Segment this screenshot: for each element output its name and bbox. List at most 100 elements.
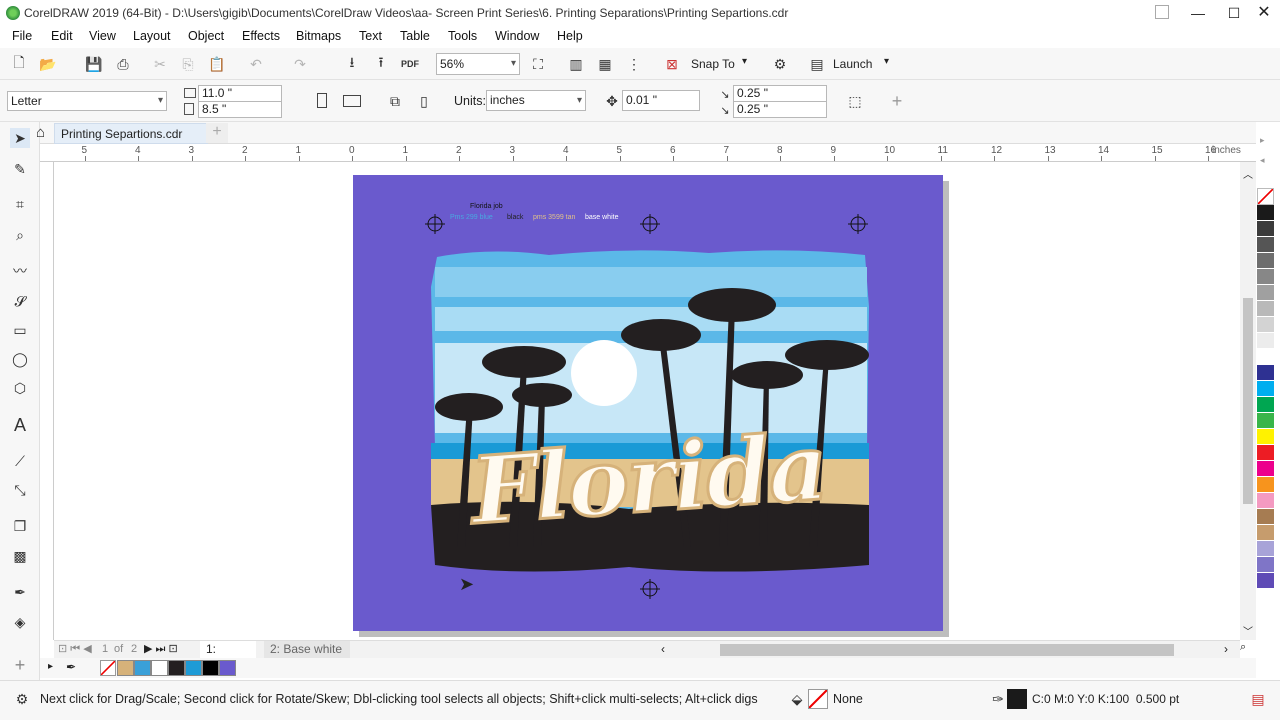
palette-swatch[interactable]	[1257, 333, 1274, 349]
new-document-icon[interactable]: 🗋	[9, 54, 29, 74]
palette-swatch[interactable]	[1257, 301, 1274, 317]
copy-icon[interactable]: ⎘	[178, 54, 198, 74]
horizontal-scroll-thumb[interactable]	[720, 644, 1174, 656]
hscroll-right-icon[interactable]: ›	[1224, 642, 1228, 656]
interactive-fill-icon[interactable]: ◈	[10, 612, 30, 632]
menu-help[interactable]: Help	[557, 29, 583, 43]
palette-swatch[interactable]	[1257, 509, 1274, 525]
palette-swatch[interactable]	[1257, 525, 1274, 541]
current-page-icon[interactable]: ▯	[414, 91, 434, 111]
menu-tools[interactable]: Tools	[448, 29, 477, 43]
treat-as-filled-icon[interactable]: ⬚	[845, 91, 865, 111]
menu-bitmaps[interactable]: Bitmaps	[296, 29, 341, 43]
palette-swatch[interactable]	[1257, 429, 1274, 445]
page-tab-colors[interactable]: 1: Colors	[200, 641, 256, 670]
page-first-icon[interactable]: ⊡ ⏮ ◀	[58, 642, 92, 656]
menu-layout[interactable]: Layout	[133, 29, 171, 43]
doc-palette-swatch[interactable]	[185, 660, 202, 676]
palette-swatch[interactable]	[1257, 573, 1274, 589]
zoom-to-fit-icon[interactable]: ⌕	[1240, 641, 1246, 654]
doc-palette-eyedropper-icon[interactable]: ✒	[66, 660, 76, 674]
open-icon[interactable]: 📂	[38, 54, 58, 74]
cut-icon[interactable]: ✂	[150, 54, 170, 74]
palette-swatch[interactable]	[1257, 541, 1274, 557]
paste-icon[interactable]: 📋	[207, 54, 227, 74]
palette-swatch[interactable]	[1257, 493, 1274, 509]
nudge-distance-input[interactable]: 0.01 "	[622, 90, 700, 111]
doc-palette-swatch[interactable]	[168, 660, 185, 676]
doc-palette-swatch[interactable]	[117, 660, 134, 676]
redo-icon[interactable]: ↷	[290, 54, 310, 74]
doc-palette-swatch[interactable]	[219, 660, 236, 676]
maximize-button[interactable]: ☐	[1221, 2, 1247, 24]
snap-to-chevron-icon[interactable]: ▾	[742, 56, 747, 67]
rectangle-tool-icon[interactable]: ▭	[10, 320, 30, 340]
snap-to-dropdown[interactable]: Snap To	[691, 57, 735, 71]
account-icon[interactable]	[1155, 5, 1169, 19]
palette-swatch[interactable]	[1257, 461, 1274, 477]
text-tool-icon[interactable]: A	[10, 415, 30, 435]
palette-swatch[interactable]	[1257, 477, 1274, 493]
launch-chevron-icon[interactable]: ▾	[884, 56, 889, 67]
artwork-page[interactable]: Florida job Pms 299 blue black pms 3599 …	[353, 175, 943, 631]
freehand-tool-icon[interactable]: 〰	[10, 261, 30, 281]
options-gear-icon[interactable]: ⚙	[770, 54, 790, 74]
show-grid-icon[interactable]: ▦	[595, 54, 615, 74]
pick-tool-icon[interactable]: ➤	[10, 128, 30, 148]
horizontal-ruler[interactable]: 5 4 3 2 1 0 1 2 3 4 5 6 7 8 9 10 11 12 13 14 15 16 inches	[40, 144, 1256, 162]
palette-swatch[interactable]	[1257, 221, 1274, 237]
palette-swatch[interactable]	[1257, 349, 1274, 365]
launch-dropdown[interactable]: Launch	[833, 57, 872, 71]
hscroll-left-icon[interactable]: ‹	[661, 642, 665, 656]
show-rulers-icon[interactable]: ▥	[566, 54, 586, 74]
show-guidelines-icon[interactable]: ⋮	[624, 54, 644, 74]
dimension-tool-icon[interactable]: ⟋	[10, 451, 30, 471]
menu-effects[interactable]: Effects	[242, 29, 280, 43]
minimize-button[interactable]: —	[1185, 2, 1211, 24]
doc-palette-swatch[interactable]	[202, 660, 219, 676]
page-tab-base-white[interactable]: 2: Base white	[264, 641, 350, 658]
export-icon[interactable]: ⭱	[371, 54, 391, 74]
doc-palette-arrow-icon[interactable]: ▸	[48, 661, 53, 672]
landscape-icon[interactable]	[343, 95, 361, 107]
palette-swatch[interactable]	[1257, 365, 1274, 381]
transparency-icon[interactable]: ▩	[10, 546, 30, 566]
menu-table[interactable]: Table	[400, 29, 430, 43]
print-icon[interactable]: ⎙	[113, 54, 133, 74]
page-next-icon[interactable]: ▶ ⏭ ⊡	[144, 642, 178, 656]
palette-swatch[interactable]	[1257, 237, 1274, 253]
color-docker-icon[interactable]: ▤	[1248, 689, 1268, 709]
zoom-level-select[interactable]: 56%	[436, 53, 520, 75]
duplicate-distance-y-input[interactable]: 0.25 "	[733, 101, 827, 118]
menu-file[interactable]: File	[12, 29, 32, 43]
home-icon[interactable]: ⌂	[36, 124, 45, 141]
undo-icon[interactable]: ↶	[246, 54, 266, 74]
palette-side-arrows[interactable]: ▸ ◂	[1260, 130, 1265, 170]
full-screen-icon[interactable]: ⛶	[528, 54, 548, 74]
import-icon[interactable]: ⭳	[342, 54, 362, 74]
palette-swatch[interactable]	[1257, 205, 1274, 221]
connector-tool-icon[interactable]: ⤡	[10, 480, 30, 500]
shape-tool-icon[interactable]: ✎	[10, 159, 30, 179]
portrait-icon[interactable]	[317, 93, 327, 108]
vertical-ruler[interactable]	[40, 162, 54, 640]
launch-icon[interactable]: ▤	[807, 54, 827, 74]
publish-pdf-icon[interactable]: PDF	[400, 54, 420, 74]
menu-view[interactable]: View	[89, 29, 116, 43]
vertical-scrollbar[interactable]: ︿ ﹀	[1240, 162, 1256, 640]
doc-palette-none-swatch[interactable]	[100, 660, 116, 676]
vertical-scroll-thumb[interactable]	[1243, 298, 1253, 504]
menu-text[interactable]: Text	[359, 29, 382, 43]
artistic-media-icon[interactable]: 𝓢	[10, 291, 30, 311]
palette-swatch[interactable]	[1257, 317, 1274, 333]
paper-size-select[interactable]: Letter	[7, 91, 167, 111]
page-width-input[interactable]: 11.0 "	[198, 85, 282, 102]
palette-swatch[interactable]	[1257, 397, 1274, 413]
palette-swatch[interactable]	[1257, 253, 1274, 269]
duplicate-distance-x-input[interactable]: 0.25 "	[733, 85, 827, 102]
scroll-up-icon[interactable]: ︿	[1243, 166, 1253, 181]
eyedropper-icon[interactable]: ✒	[10, 582, 30, 602]
menu-object[interactable]: Object	[188, 29, 224, 43]
add-property-icon[interactable]: +	[887, 91, 907, 111]
add-tool-icon[interactable]: +	[10, 655, 30, 675]
